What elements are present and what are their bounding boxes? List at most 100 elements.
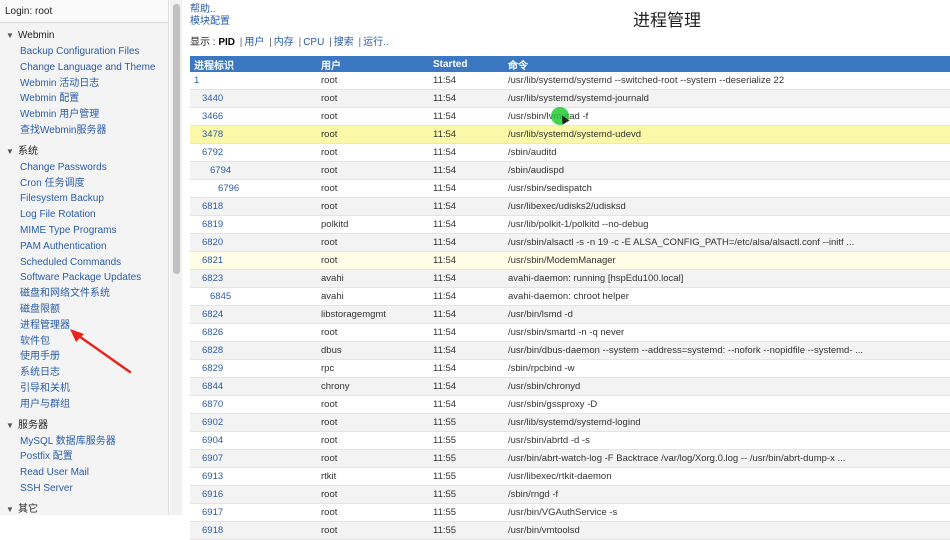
user-cell: dbus xyxy=(317,341,429,360)
display-mode-cpu[interactable]: CPU xyxy=(303,37,324,48)
sidebar-item[interactable]: Software Package Updates xyxy=(0,270,168,286)
pid-link[interactable]: 6845 xyxy=(190,287,317,306)
pid-link[interactable]: 6870 xyxy=(190,395,317,414)
pid-link[interactable]: 6916 xyxy=(190,485,317,504)
collapse-triangle-icon[interactable]: ▼ xyxy=(6,144,18,160)
column-header-started[interactable]: Started xyxy=(429,56,504,72)
pid-link[interactable]: 6913 xyxy=(190,467,317,486)
collapse-triangle-icon[interactable]: ▼ xyxy=(6,28,18,44)
table-row: 3440 root 11:54/usr/lib/systemd/systemd-jo… xyxy=(190,89,950,108)
pid-link[interactable]: 6824 xyxy=(190,305,317,324)
sidebar-item[interactable]: Webmin 用户管理 xyxy=(0,107,168,123)
display-mode-search[interactable]: 搜索 xyxy=(334,37,354,48)
sidebar-item[interactable]: SSH Server xyxy=(0,481,168,497)
display-prefix: 显示 : xyxy=(190,37,216,48)
sidebar-item[interactable]: Cron 任务调度 xyxy=(0,176,168,192)
pid-link[interactable]: 6918 xyxy=(190,521,317,540)
display-mode-run[interactable]: 运行.. xyxy=(363,37,389,48)
user-cell: root xyxy=(317,521,429,540)
table-row: 6904 root 11:55/usr/sbin/abrtd -d -s xyxy=(190,431,950,450)
table-row: 6819 polkitd 11:54/usr/lib/polkit-1/polkit… xyxy=(190,215,950,234)
pid-link[interactable]: 3440 xyxy=(190,89,317,108)
user-cell: root xyxy=(317,179,429,198)
pid-link[interactable]: 1 xyxy=(190,72,317,90)
login-label: Login: root xyxy=(0,0,168,23)
sidebar-category[interactable]: ▼ Webmin xyxy=(0,28,168,44)
pid-link[interactable]: 6823 xyxy=(190,269,317,288)
user-cell: root xyxy=(317,89,429,108)
sidebar-item[interactable]: Webmin 配置 xyxy=(0,91,168,107)
pid-link[interactable]: 3466 xyxy=(190,107,317,126)
table-row: 6794 root 11:54/sbin/audispd xyxy=(190,161,950,180)
started-cell: 11:54 xyxy=(429,287,504,306)
collapse-triangle-icon[interactable]: ▼ xyxy=(6,418,18,434)
top-links: 帮助.. 模块配置 xyxy=(190,4,230,28)
sidebar-category[interactable]: ▼ 服务器 xyxy=(0,418,168,434)
display-mode-user[interactable]: 用户 xyxy=(244,37,264,48)
sidebar-item[interactable]: 引导和关机 xyxy=(0,381,168,397)
pid-link[interactable]: 6844 xyxy=(190,377,317,396)
sidebar-item[interactable]: 用户与群组 xyxy=(0,397,168,413)
module-config-link[interactable]: 模块配置 xyxy=(190,16,230,28)
collapse-triangle-icon[interactable]: ▼ xyxy=(6,502,18,515)
display-mode-memory[interactable]: 内存 xyxy=(274,37,294,48)
user-cell: root xyxy=(317,197,429,216)
pid-link[interactable]: 6907 xyxy=(190,449,317,468)
user-cell: rtkit xyxy=(317,467,429,486)
sidebar-item[interactable]: 查找Webmin服务器 xyxy=(0,123,168,139)
pid-link[interactable]: 6820 xyxy=(190,233,317,252)
started-cell: 11:54 xyxy=(429,215,504,234)
table-row: 6823 avahi 11:54 avahi-daemon: running [hsp… xyxy=(190,269,950,288)
sidebar-item[interactable]: Read User Mail xyxy=(0,465,168,481)
sidebar-item[interactable]: Webmin 活动日志 xyxy=(0,76,168,92)
sidebar-item[interactable]: PAM Authentication xyxy=(0,239,168,255)
column-header-user[interactable]: 用户 xyxy=(317,56,429,72)
command-cell: /sbin/audispd xyxy=(504,161,950,180)
user-cell: root xyxy=(317,485,429,504)
sidebar-item[interactable]: Log File Rotation xyxy=(0,207,168,223)
sidebar-item[interactable]: MIME Type Programs xyxy=(0,223,168,239)
pid-link[interactable]: 3478 xyxy=(190,125,317,144)
pid-link[interactable]: 6819 xyxy=(190,215,317,234)
user-cell: root xyxy=(317,251,429,270)
command-cell: /usr/libexec/rtkit-daemon xyxy=(504,467,950,486)
started-cell: 11:54 xyxy=(429,269,504,288)
table-row: 6870 root 11:54/usr/sbin/gssproxy -D xyxy=(190,395,950,414)
separator: | xyxy=(239,37,243,48)
scrollbar-thumb[interactable] xyxy=(173,4,180,274)
pid-link[interactable]: 6826 xyxy=(190,323,317,342)
sidebar-item[interactable]: Scheduled Commands xyxy=(0,255,168,271)
pid-link[interactable]: 6796 xyxy=(190,179,317,198)
sidebar-item[interactable]: Change Passwords xyxy=(0,160,168,176)
sidebar-item[interactable]: 磁盘限额 xyxy=(0,302,168,318)
sidebar-category[interactable]: ▼ 系统 xyxy=(0,144,168,160)
user-cell: root xyxy=(317,161,429,180)
column-header-pid[interactable]: 进程标识 xyxy=(190,56,317,72)
column-header-command[interactable]: 命令 xyxy=(504,56,950,72)
pid-link[interactable]: 6904 xyxy=(190,431,317,450)
separator: | xyxy=(298,37,302,48)
pid-link[interactable]: 6794 xyxy=(190,161,317,180)
pid-link[interactable]: 6917 xyxy=(190,503,317,522)
pid-link[interactable]: 6792 xyxy=(190,143,317,162)
sidebar-item[interactable]: 磁盘和网络文件系统 xyxy=(0,286,168,302)
user-cell: avahi xyxy=(317,287,429,306)
pid-link[interactable]: 6818 xyxy=(190,197,317,216)
sidebar-item[interactable]: Filesystem Backup xyxy=(0,191,168,207)
pid-link[interactable]: 6902 xyxy=(190,413,317,432)
table-row: 3478 root 11:54/usr/lib/systemd/systemd-ud… xyxy=(190,125,950,144)
pid-link[interactable]: 6821 xyxy=(190,251,317,270)
sidebar-scrollbar[interactable] xyxy=(170,0,182,515)
help-link[interactable]: 帮助.. xyxy=(190,4,230,16)
sidebar-item[interactable]: Backup Configuration Files xyxy=(0,44,168,60)
started-cell: 11:54 xyxy=(429,341,504,360)
pid-link[interactable]: 6828 xyxy=(190,341,317,360)
table-row: 6844 chrony 11:54/usr/sbin/chronyd xyxy=(190,377,950,396)
sidebar-item[interactable]: Postfix 配置 xyxy=(0,449,168,465)
sidebar-item[interactable]: Change Language and Theme xyxy=(0,60,168,76)
sidebar-category[interactable]: ▼ 其它 xyxy=(0,502,168,515)
command-cell: /usr/lib/systemd/systemd --switched-root… xyxy=(504,72,950,90)
table-row: 1 root 11:54/usr/lib/systemd/systemd --swi… xyxy=(190,72,950,90)
sidebar-item[interactable]: MySQL 数据库服务器 xyxy=(0,434,168,450)
pid-link[interactable]: 6829 xyxy=(190,359,317,378)
